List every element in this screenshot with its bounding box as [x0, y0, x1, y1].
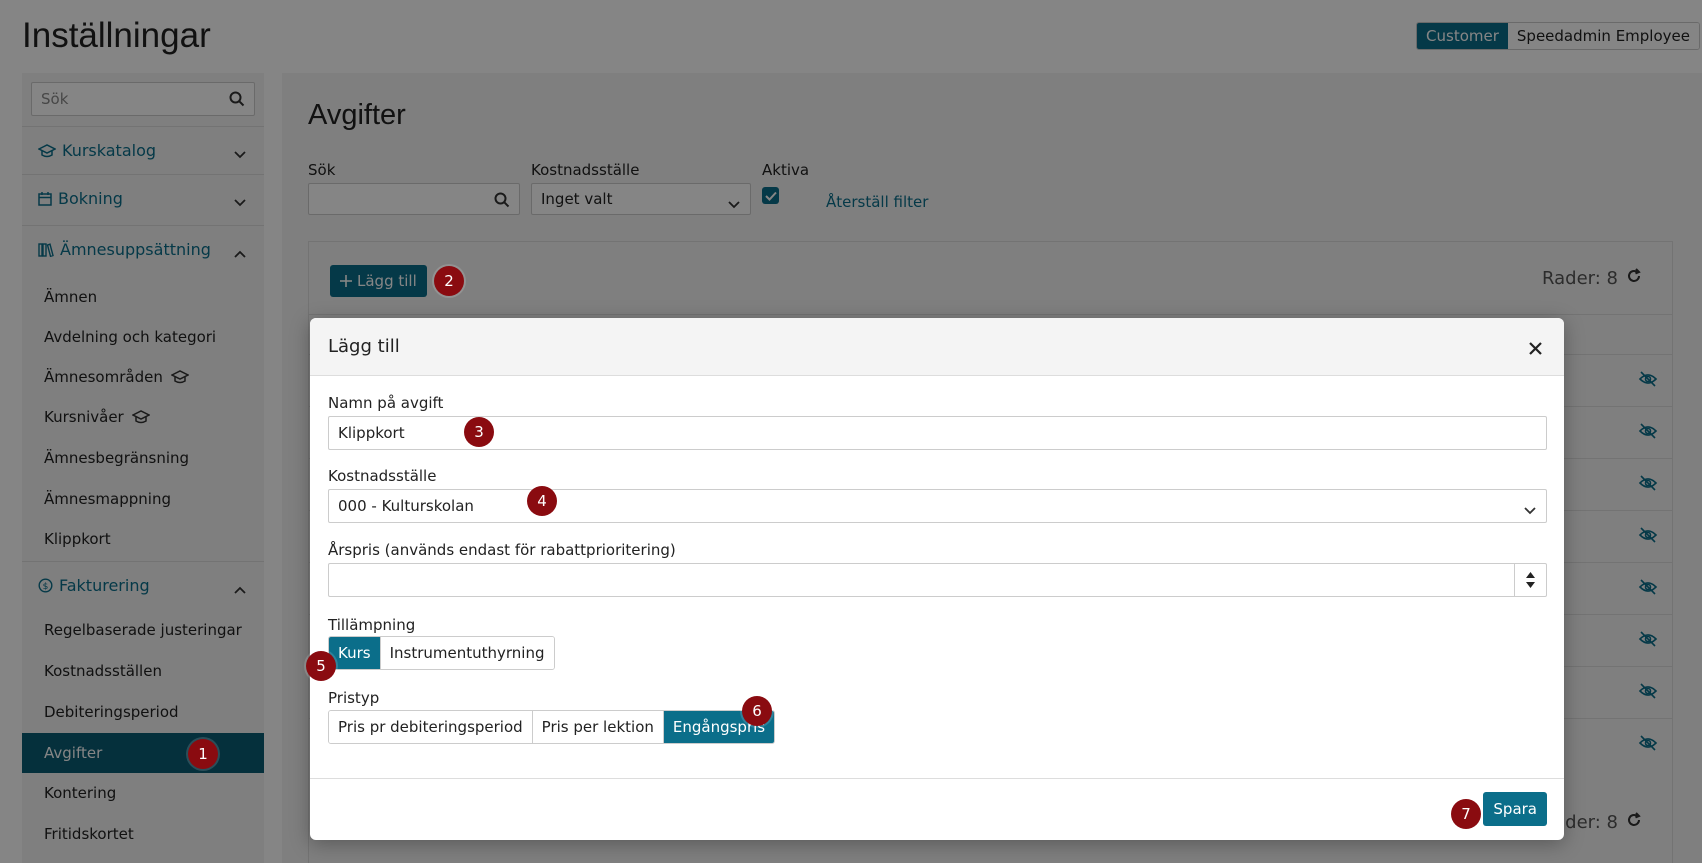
step-badge: 6	[742, 696, 772, 726]
modal-footer: Spara	[310, 778, 1564, 840]
fee-name-value: Klippkort	[338, 424, 405, 442]
application-label: Tillämpning	[328, 616, 416, 634]
price-type-toggle: Pris pr debiteringsperiod Pris per lekti…	[328, 710, 776, 744]
price-type-per-period[interactable]: Pris pr debiteringsperiod	[329, 711, 533, 743]
app-root: Inställningar Customer Speedadmin Employ…	[0, 0, 1702, 863]
modal-cost-center-label: Kostnadsställe	[328, 467, 437, 485]
modal-cost-center-select[interactable]: 000 - Kulturskolan	[328, 489, 1547, 523]
application-toggle: Kurs Instrumentuthyrning	[328, 636, 555, 670]
price-type-per-lesson[interactable]: Pris per lektion	[532, 711, 664, 743]
step-badge: 3	[464, 417, 494, 447]
modal-title: Lägg till	[328, 336, 400, 357]
modal-cost-center-value: 000 - Kulturskolan	[338, 497, 474, 515]
close-icon[interactable]	[1529, 339, 1542, 360]
chevron-down-icon	[1524, 501, 1536, 519]
step-badge: 5	[306, 651, 336, 681]
add-fee-modal: Lägg till Namn på avgift Klippkort Kostn…	[310, 318, 1564, 840]
application-option-kurs[interactable]: Kurs	[329, 637, 381, 669]
step-badge: 2	[434, 266, 464, 296]
caret-up-icon[interactable]	[1526, 572, 1535, 578]
save-button[interactable]: Spara	[1483, 792, 1547, 826]
number-stepper[interactable]	[1514, 564, 1546, 596]
caret-down-icon[interactable]	[1526, 582, 1535, 588]
annual-price-label: Årspris (används endast för rabattpriori…	[328, 541, 676, 559]
annual-price-input[interactable]	[328, 563, 1547, 597]
step-badge: 7	[1451, 799, 1481, 829]
application-option-instrument[interactable]: Instrumentuthyrning	[380, 637, 554, 669]
modal-header: Lägg till	[310, 318, 1564, 376]
fee-name-input[interactable]: Klippkort	[328, 416, 1547, 450]
step-badge: 1	[188, 739, 218, 769]
price-type-label: Pristyp	[328, 689, 380, 707]
step-badge: 4	[527, 486, 557, 516]
fee-name-label: Namn på avgift	[328, 394, 444, 412]
